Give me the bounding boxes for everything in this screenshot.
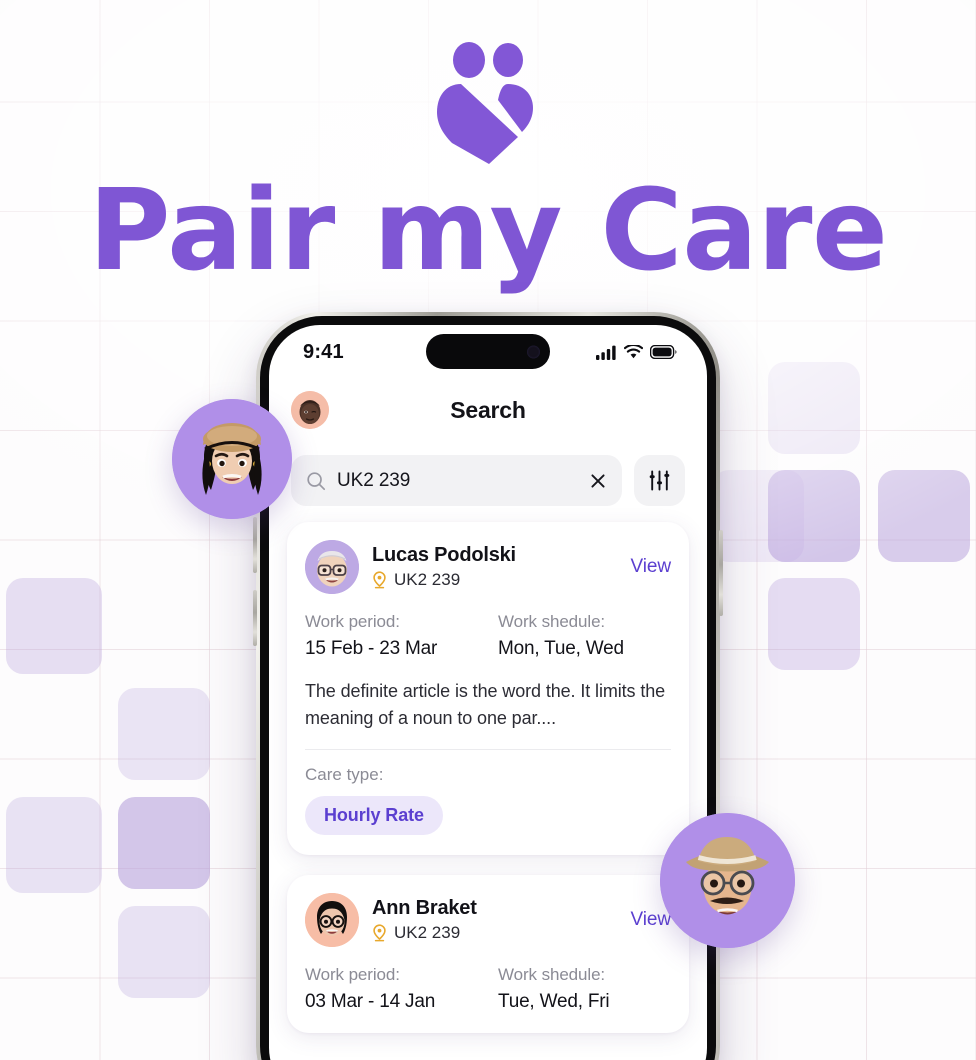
care-type-label: Care type: <box>305 765 384 785</box>
avatar-woman-glasses-icon <box>305 893 359 948</box>
dynamic-island <box>426 334 550 369</box>
status-bar-indicators <box>596 345 677 360</box>
search-field[interactable]: UK2 239 <box>291 455 622 506</box>
avatar-man-hat-icon <box>660 813 795 948</box>
caregiver-avatar <box>305 893 359 948</box>
front-camera-icon <box>527 345 540 358</box>
work-period-block: Work period: 15 Feb - 23 Mar <box>305 612 488 660</box>
filter-button[interactable] <box>634 455 685 506</box>
background-tile <box>768 578 860 670</box>
caregiver-identity: Lucas Podolski UK2 239 <box>372 544 610 590</box>
work-period-value: 15 Feb - 23 Mar <box>305 638 438 659</box>
search-results-list: Lucas Podolski UK2 239 View Work period:… <box>269 522 707 1034</box>
caregiver-location: UK2 239 <box>372 923 610 943</box>
background-tile <box>768 470 860 562</box>
phone-screen: 9:41 Search UK2 239 Lucas Podolski UK2 2… <box>269 325 707 1060</box>
sliders-icon <box>649 470 670 491</box>
volume-up-button[interactable] <box>253 517 257 573</box>
background-tile <box>878 470 970 562</box>
background-tile <box>712 470 804 562</box>
search-icon <box>307 471 326 490</box>
floating-avatar-man-hat <box>660 813 795 948</box>
background-tile <box>6 578 102 674</box>
caregiver-card[interactable]: Ann Braket UK2 239 View Work period: 03 … <box>287 875 689 1034</box>
power-button[interactable] <box>719 530 723 616</box>
signal-bars-icon <box>596 345 616 360</box>
card-divider <box>305 749 671 751</box>
view-link[interactable]: View <box>623 909 672 931</box>
caregiver-location-text: UK2 239 <box>394 570 461 589</box>
battery-full-icon <box>650 345 677 359</box>
caregiver-name: Lucas Podolski <box>372 544 516 566</box>
avatar-grandpa-glasses-icon <box>305 540 359 594</box>
background-tile <box>6 797 102 893</box>
caregiver-card[interactable]: Lucas Podolski UK2 239 View Work period:… <box>287 522 689 856</box>
background-tile <box>768 362 860 454</box>
caregiver-description: The definite article is the word the. It… <box>305 681 666 728</box>
app-header: Search <box>269 379 707 441</box>
brand-logo: Pair my Care <box>0 42 976 296</box>
care-type-badge[interactable]: Hourly Rate <box>305 796 443 836</box>
map-pin-icon <box>373 571 386 589</box>
paired-people-heart-icon <box>437 42 533 164</box>
floating-avatar-woman-beret <box>172 399 292 519</box>
user-avatar-icon <box>291 391 329 429</box>
caregiver-identity: Ann Braket UK2 239 <box>372 897 610 943</box>
map-pin-icon <box>373 924 386 942</box>
caregiver-location-text: UK2 239 <box>394 923 461 943</box>
avatar-woman-beret-icon <box>172 399 292 519</box>
card-meta: Work period: 03 Mar - 14 Jan Work shedul… <box>305 965 671 1013</box>
caregiver-name: Ann Braket <box>372 897 477 920</box>
background-tile <box>118 797 210 889</box>
work-schedule-block: Work shedule: Mon, Tue, Wed <box>488 612 671 660</box>
header-avatar[interactable] <box>291 391 329 429</box>
work-schedule-block: Work shedule: Tue, Wed, Fri <box>488 965 671 1013</box>
page-title: Search <box>450 396 526 423</box>
work-period-label: Work period: <box>305 965 400 985</box>
background-tile <box>118 906 210 998</box>
work-schedule-label: Work shedule: <box>498 965 606 985</box>
poster-stage: Pair my Care 9:41 Search UK2 239 Lucas P… <box>0 0 976 1060</box>
work-period-block: Work period: 03 Mar - 14 Jan <box>305 965 488 1013</box>
card-header: Ann Braket UK2 239 View <box>305 893 672 948</box>
card-meta: Work period: 15 Feb - 23 Mar Work shedul… <box>305 612 671 660</box>
background-tile <box>118 688 210 780</box>
status-bar-time: 9:41 <box>303 340 344 363</box>
work-schedule-value: Tue, Wed, Fri <box>498 991 610 1013</box>
view-link[interactable]: View <box>623 556 672 578</box>
work-schedule-value: Mon, Tue, Wed <box>498 638 624 659</box>
card-header: Lucas Podolski UK2 239 View <box>305 540 671 594</box>
caregiver-avatar <box>305 540 359 594</box>
wifi-icon <box>624 345 643 359</box>
close-icon[interactable] <box>588 471 608 491</box>
work-period-label: Work period: <box>305 612 400 631</box>
search-row: UK2 239 <box>269 441 707 522</box>
work-schedule-label: Work shedule: <box>498 612 606 631</box>
volume-down-button[interactable] <box>253 590 257 646</box>
search-input[interactable]: UK2 239 <box>337 470 577 492</box>
caregiver-location: UK2 239 <box>372 570 610 590</box>
status-bar: 9:41 <box>269 325 707 379</box>
work-period-value: 03 Mar - 14 Jan <box>305 991 436 1013</box>
phone-mockup: 9:41 Search UK2 239 Lucas Podolski UK2 2… <box>253 312 723 1060</box>
brand-name: Pair my Care <box>88 166 888 296</box>
